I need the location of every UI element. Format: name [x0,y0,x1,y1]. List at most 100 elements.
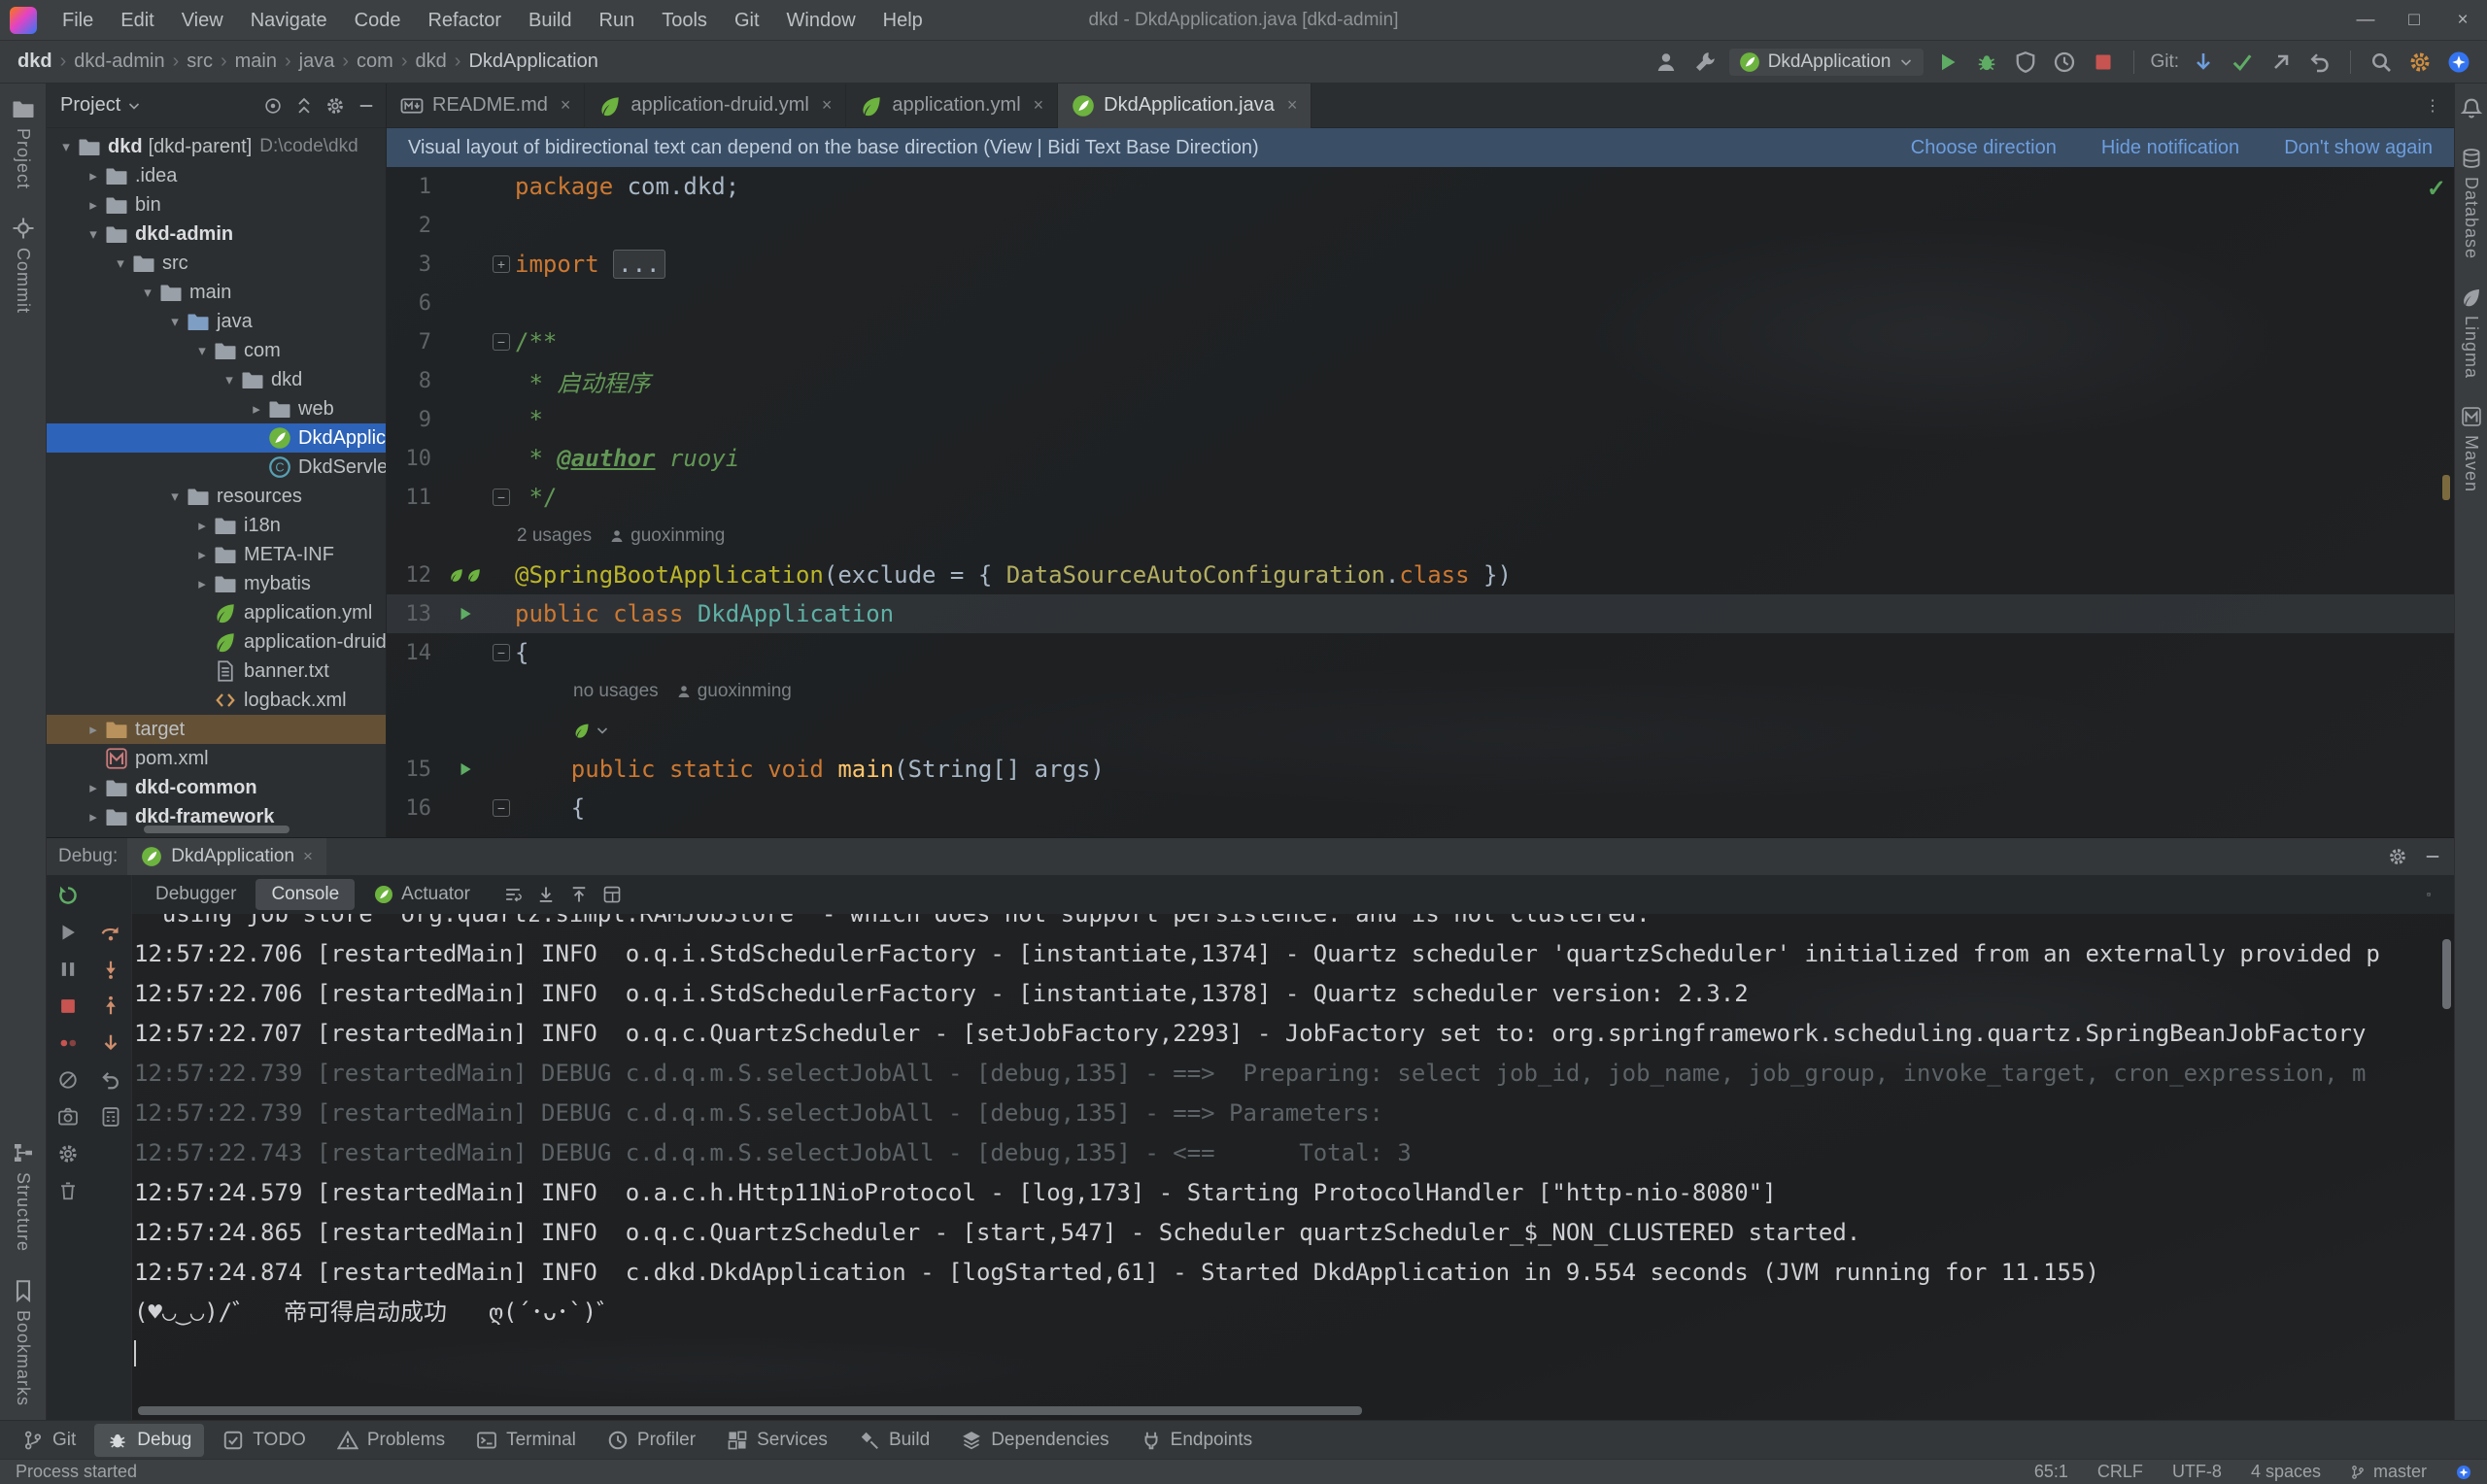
drop-frame-button[interactable] [98,1067,123,1093]
step-into-button[interactable] [98,957,123,982]
fold-marker[interactable]: + [488,255,515,273]
menu-view[interactable]: View [168,0,237,41]
chevron-down-icon[interactable] [595,723,610,738]
settings-button[interactable] [2405,48,2435,77]
tree-chevron-icon[interactable]: ▾ [54,138,78,155]
minimize-button[interactable]: — [2341,0,2390,41]
view-tab-actuator[interactable]: Actuator [358,879,486,910]
tree-chevron-icon[interactable]: ▾ [82,225,105,243]
tree-item-java[interactable]: ▾java [47,307,386,336]
sidebar-item-maven[interactable]: Maven [2461,392,2482,506]
dont-show-again-link[interactable]: Don't show again [2284,137,2433,159]
close-tab-icon[interactable]: × [1034,95,1044,116]
breadcrumb-item[interactable]: dkd [17,51,52,73]
locate-file-icon[interactable] [263,96,283,116]
coverage-button[interactable] [2011,48,2040,77]
sidebar-item-lingma[interactable]: Lingma [2461,273,2482,392]
tree-item-dkd-common[interactable]: ▸dkd-common [47,773,386,802]
line-number[interactable]: 15 [387,758,443,782]
status-crlf[interactable]: CRLF [2097,1462,2143,1482]
view-tab-console[interactable]: Console [256,879,355,910]
tree-item-pom-xml[interactable]: pom.xml [47,744,386,773]
collapse-all-icon[interactable] [294,96,314,116]
tree-chevron-icon[interactable]: ▾ [163,488,187,505]
tree-item-mybatis[interactable]: ▸mybatis [47,569,386,598]
status-master[interactable]: master [2350,1462,2427,1482]
toolwindow-endpoints[interactable]: Endpoints [1128,1424,1266,1457]
evaluate-expression-button[interactable] [98,1104,123,1130]
run-line-icon[interactable] [457,605,474,623]
step-out-button[interactable] [98,994,123,1019]
breadcrumb-item[interactable]: main [235,51,277,73]
menu-build[interactable]: Build [515,0,585,41]
scroll-to-top-icon[interactable] [569,885,589,904]
line-number[interactable]: 6 [387,291,443,316]
chevron-down-icon[interactable] [126,98,142,114]
tree-chevron-icon[interactable]: ▸ [190,517,214,534]
git-commit-button[interactable] [2228,48,2257,77]
menu-edit[interactable]: Edit [107,0,167,41]
tab-dkdapplication-java[interactable]: DkdApplication.java× [1058,84,1312,128]
toolwindow-problems[interactable]: Problems [324,1424,458,1457]
tree-chevron-icon[interactable]: ▸ [82,808,105,826]
code-editor[interactable]: 1package com.dkd;23+import ...67−/**8 * … [387,167,2454,837]
breadcrumb-item[interactable]: java [299,51,335,73]
menu-help[interactable]: Help [869,0,937,41]
rerun-debug-button[interactable] [55,883,81,908]
spring-bean-icon[interactable] [466,567,482,583]
run-line-icon[interactable] [457,760,474,778]
sidebar-item-commit[interactable]: Commit [12,203,35,327]
usages-hint[interactable]: 2 usages [517,525,592,547]
tree-item-idea[interactable]: ▸.idea [47,161,386,190]
usages-inlay[interactable]: no usagesguoxinming [387,672,2454,711]
close-tab-icon[interactable]: × [822,95,833,116]
hide-notification-link[interactable]: Hide notification [2101,137,2239,159]
build-wrench-icon[interactable] [1690,48,1720,77]
debug-settings-icon[interactable] [2388,847,2407,866]
tree-chevron-icon[interactable]: ▸ [190,546,214,563]
tree-chevron-icon[interactable]: ▾ [109,254,132,272]
breadcrumb-item[interactable]: DkdApplication [468,51,597,73]
tree-item-dkd[interactable]: ▾dkd [47,365,386,394]
project-panel-title[interactable]: Project [60,94,120,117]
tree-chevron-icon[interactable]: ▸ [82,196,105,214]
toolwindow-build[interactable]: Build [846,1424,942,1457]
menu-run[interactable]: Run [586,0,649,41]
tab-readme-md[interactable]: README.md× [387,84,585,128]
breadcrumb-item[interactable]: src [187,51,213,73]
view-breakpoints-button[interactable] [55,1030,81,1056]
line-number[interactable]: 10 [387,447,443,471]
sidebar-item-database[interactable]: Database [2461,134,2482,273]
panel-settings-icon[interactable] [325,96,345,116]
maximize-button[interactable]: □ [2390,0,2438,41]
sidebar-item-notifications[interactable] [2460,84,2483,134]
spring-bean-icon[interactable] [449,567,464,583]
tree-item-bin[interactable]: ▸bin [47,190,386,219]
tree-chevron-icon[interactable]: ▸ [82,721,105,738]
sidebar-item-structure[interactable]: Structure [12,1128,35,1265]
tree-chevron-icon[interactable]: ▸ [82,779,105,796]
scroll-to-end-icon[interactable] [536,885,556,904]
tree-item-web[interactable]: ▸web [47,394,386,423]
resume-button[interactable] [55,920,81,945]
stop-process-button[interactable] [55,994,81,1019]
tree-chevron-icon[interactable]: ▾ [136,284,159,301]
hide-debug-icon[interactable] [2423,847,2442,866]
tree-item-target[interactable]: ▸target [47,715,386,744]
tree-item-logback-xml[interactable]: logback.xml [47,686,386,715]
tree-chevron-icon[interactable]: ▾ [190,342,214,359]
fold-marker[interactable]: − [488,333,515,351]
soft-wrap-icon[interactable] [503,885,523,904]
debug-button[interactable] [1972,48,2001,77]
fold-marker[interactable]: − [488,644,515,661]
view-tab-debugger[interactable]: Debugger [140,879,252,910]
tab-application-druid-yml[interactable]: application-druid.yml× [585,84,846,128]
inspections-ok-icon[interactable]: ✓ [2427,175,2446,203]
tree-item-banner-txt[interactable]: banner.txt [47,657,386,686]
close-tab-icon[interactable]: × [1287,95,1298,116]
tree-item-com[interactable]: ▾com [47,336,386,365]
debug-console[interactable]: using job store 'org.quartz.simpl.RAMJob… [132,914,2454,1420]
tree-item-dkdapplication[interactable]: DkdApplication [47,423,386,453]
console-hscrollbar[interactable] [138,1406,1362,1415]
split-view-icon[interactable] [602,885,622,904]
